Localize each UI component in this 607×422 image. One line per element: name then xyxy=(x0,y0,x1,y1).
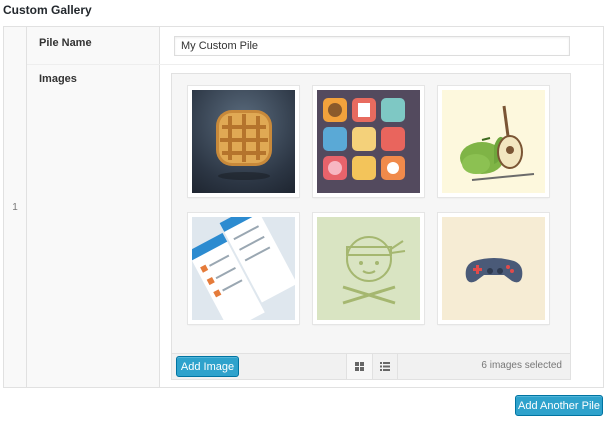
pile-name-input[interactable]: My Custom Pile xyxy=(174,36,570,56)
grid-view-button[interactable] xyxy=(346,354,372,379)
label-column: Pile Name Images xyxy=(27,27,160,387)
add-another-pile-button[interactable]: Add Another Pile xyxy=(515,395,603,416)
gallery-image-waffle[interactable] xyxy=(188,86,299,197)
gallery-image-food-icons[interactable] xyxy=(313,86,424,197)
waffle-icon xyxy=(216,110,272,180)
row-number: 1 xyxy=(12,201,18,213)
gallery-image-ninja[interactable] xyxy=(313,213,424,324)
selection-count: 6 images selected xyxy=(481,360,562,371)
images-label: Images xyxy=(39,73,77,85)
game-controller-icon xyxy=(465,258,523,283)
gallery-image-pear-guitar[interactable] xyxy=(438,86,549,197)
add-image-button[interactable]: Add Image xyxy=(176,356,239,377)
list-view-button[interactable] xyxy=(372,354,398,379)
field-divider xyxy=(27,64,603,65)
section-title: Custom Gallery xyxy=(3,3,92,17)
ninja-illustration xyxy=(342,236,406,305)
gallery-image-controller[interactable] xyxy=(438,213,549,324)
grid-icon xyxy=(355,362,364,371)
row-handle[interactable]: 1 xyxy=(4,27,27,387)
image-gallery: Add Image 6 images selected xyxy=(171,73,571,380)
app-screens-mockup xyxy=(192,217,295,320)
repeater-table: 1 Pile Name Images My Custom Pile Add Im… xyxy=(3,26,604,388)
gallery-toolbar: Add Image 6 images selected xyxy=(172,353,570,379)
pile-name-label: Pile Name xyxy=(39,37,92,49)
food-icons-grid xyxy=(323,98,405,180)
gallery-image-app-screens[interactable] xyxy=(188,213,299,324)
pear-guitar-illustration xyxy=(460,105,535,181)
list-icon xyxy=(380,362,390,371)
